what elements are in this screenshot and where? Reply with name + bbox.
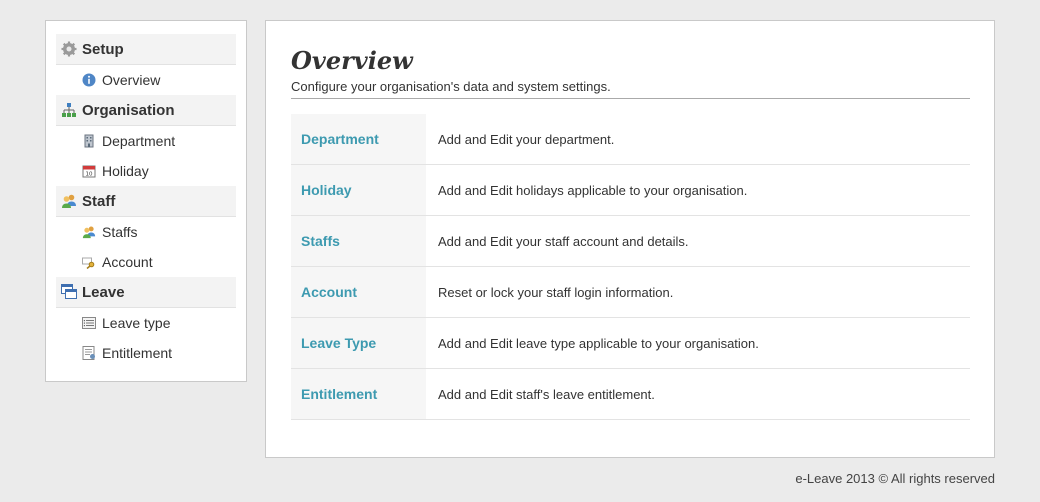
sidebar-item-label: Entitlement <box>102 345 173 361</box>
sidebar-section-leave[interactable]: Leave <box>56 277 236 308</box>
sidebar-item-label: Holiday <box>102 163 149 179</box>
svg-text:10: 10 <box>86 172 93 178</box>
row-link-leave-type[interactable]: Leave Type <box>291 318 426 368</box>
key-icon <box>82 255 96 270</box>
title-divider <box>291 98 970 99</box>
overview-table: Department Add and Edit your department.… <box>291 114 970 420</box>
sidebar-section-organisation[interactable]: Organisation <box>56 95 236 126</box>
row-link-department[interactable]: Department <box>291 114 426 164</box>
building-icon <box>82 134 96 148</box>
sidebar-item-staffs[interactable]: Staffs <box>56 217 236 247</box>
row-link-holiday[interactable]: Holiday <box>291 165 426 215</box>
row-link-entitlement[interactable]: Entitlement <box>291 369 426 419</box>
form-icon <box>82 346 96 360</box>
sidebar-item-holiday[interactable]: 10 Holiday <box>56 156 236 186</box>
table-row: Entitlement Add and Edit staff's leave e… <box>291 369 970 420</box>
list-icon <box>82 316 96 330</box>
sidebar-item-overview[interactable]: Overview <box>56 65 236 95</box>
sidebar-section-label: Organisation <box>82 101 175 119</box>
table-row: Account Reset or lock your staff login i… <box>291 267 970 318</box>
sidebar-item-label: Overview <box>102 72 161 88</box>
row-description: Add and Edit leave type applicable to yo… <box>438 335 759 351</box>
org-chart-icon <box>61 102 77 118</box>
sidebar-section-label: Setup <box>82 40 124 58</box>
sidebar-section-staff[interactable]: Staff <box>56 186 236 217</box>
users-icon <box>61 193 77 209</box>
calendar-icon: 10 <box>82 164 96 178</box>
row-description: Add and Edit your staff account and deta… <box>438 233 689 249</box>
main-panel: Overview Configure your organisation's d… <box>265 20 995 458</box>
sidebar-item-label: Department <box>102 133 176 149</box>
row-description: Reset or lock your staff login informati… <box>438 284 674 300</box>
sidebar-item-account[interactable]: Account <box>56 247 236 277</box>
row-description: Add and Edit holidays applicable to your… <box>438 182 748 198</box>
row-description: Add and Edit staff's leave entitlement. <box>438 386 655 402</box>
row-description: Add and Edit your department. <box>438 131 615 147</box>
sidebar-item-department[interactable]: Department <box>56 126 236 156</box>
info-icon <box>82 73 96 87</box>
table-row: Department Add and Edit your department. <box>291 114 970 165</box>
table-row: Holiday Add and Edit holidays applicable… <box>291 165 970 216</box>
page-subtitle: Configure your organisation's data and s… <box>291 79 611 94</box>
sidebar-item-label: Account <box>102 254 153 270</box>
sidebar-item-leave-type[interactable]: Leave type <box>56 308 236 338</box>
footer-copyright: e-Leave 2013 © All rights reserved <box>795 471 995 486</box>
sidebar-item-entitlement[interactable]: Entitlement <box>56 338 236 368</box>
table-row: Staffs Add and Edit your staff account a… <box>291 216 970 267</box>
sidebar-item-label: Staffs <box>102 224 138 240</box>
row-link-staffs[interactable]: Staffs <box>291 216 426 266</box>
sidebar-nav: Setup Overview Organisation Department 1… <box>45 20 247 382</box>
row-link-account[interactable]: Account <box>291 267 426 317</box>
users-icon <box>82 225 96 239</box>
gear-icon <box>61 41 77 57</box>
sidebar-item-label: Leave type <box>102 315 171 331</box>
windows-icon <box>61 284 77 300</box>
sidebar-section-label: Staff <box>82 192 116 210</box>
page-title: Overview <box>291 46 413 75</box>
table-row: Leave Type Add and Edit leave type appli… <box>291 318 970 369</box>
sidebar-section-setup[interactable]: Setup <box>56 34 236 65</box>
sidebar-section-label: Leave <box>82 283 125 301</box>
